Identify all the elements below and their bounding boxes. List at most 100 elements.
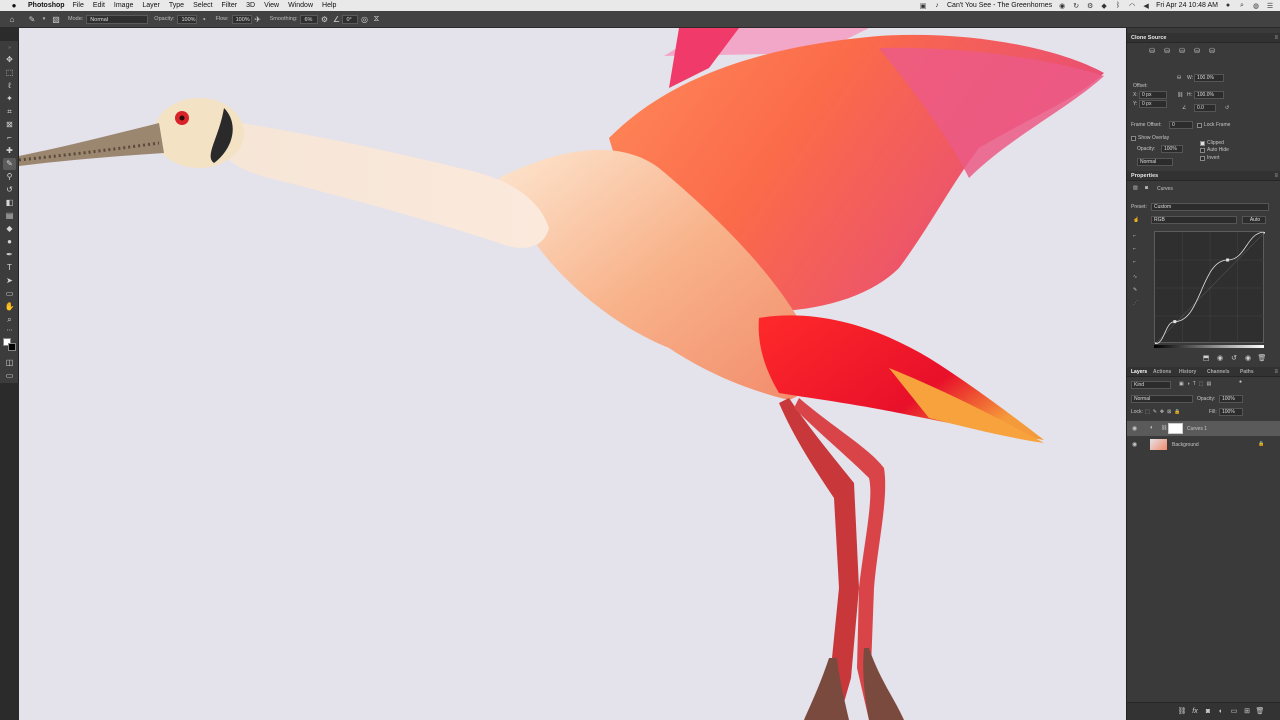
tools-collapse-icon[interactable]: » <box>3 42 16 54</box>
lock-frame-checkbox[interactable] <box>1197 123 1202 128</box>
smooth-curve-icon[interactable]: ⋰ <box>1133 300 1138 306</box>
marquee-tool-icon[interactable]: ⬚ <box>3 67 16 79</box>
screen-record-icon[interactable]: ▣ <box>919 2 927 10</box>
layer-name[interactable]: Curves 1 <box>1187 426 1207 432</box>
menu-image[interactable]: Image <box>114 2 133 9</box>
eraser-tool-icon[interactable]: ◧ <box>3 197 16 209</box>
link-layers-icon[interactable]: ⛓ <box>1177 708 1187 716</box>
move-tool-icon[interactable]: ✥ <box>3 54 16 66</box>
auto-button[interactable]: Auto <box>1242 216 1266 224</box>
quick-mask-icon[interactable]: ◫ <box>3 357 16 369</box>
brush-tool-icon[interactable]: ✎ <box>3 158 16 170</box>
home-icon[interactable]: ⌂ <box>6 15 18 24</box>
view-previous-icon[interactable]: ◉ <box>1215 355 1225 363</box>
volume-icon[interactable]: ◀ <box>1142 2 1150 10</box>
tab-actions[interactable]: Actions <box>1153 367 1171 377</box>
bluetooth-icon[interactable]: ᛒ <box>1114 2 1122 9</box>
tab-history[interactable]: History <box>1179 367 1196 377</box>
gray-point-eyedropper-icon[interactable]: ⌐ <box>1133 246 1136 252</box>
user-icon[interactable]: ● <box>1224 2 1232 9</box>
w-scale-field[interactable]: 100.0% <box>1194 74 1224 82</box>
curve-control-point[interactable] <box>1173 320 1177 324</box>
wifi-icon[interactable]: ◠ <box>1128 2 1136 10</box>
gear-icon[interactable]: ⚙ <box>1086 2 1094 10</box>
menu-view[interactable]: View <box>264 2 279 9</box>
creative-cloud-icon[interactable]: ◉ <box>1058 2 1066 10</box>
eyedropper-tool-icon[interactable]: ⌐ <box>3 132 16 144</box>
layer-name[interactable]: Background <box>1172 442 1199 448</box>
h-scale-field[interactable]: 100.0% <box>1194 91 1224 99</box>
layer-thumbnail[interactable] <box>1150 439 1167 450</box>
delete-layer-icon[interactable]: 🗑 <box>1255 708 1265 716</box>
add-mask-icon[interactable]: ◙ <box>1203 708 1213 716</box>
delete-adjustment-icon[interactable]: 🗑 <box>1257 355 1267 363</box>
angle-field[interactable]: 0° <box>342 14 359 24</box>
on-image-adjust-icon[interactable]: ☝ <box>1133 217 1139 223</box>
document-canvas[interactable] <box>19 28 1126 720</box>
type-tool-icon[interactable]: T <box>3 262 16 274</box>
eye-visibility-icon[interactable]: ◉ <box>1132 425 1137 432</box>
curve-control-point[interactable] <box>1263 230 1267 234</box>
history-brush-tool-icon[interactable]: ↺ <box>3 184 16 196</box>
sync-icon[interactable]: ↻ <box>1072 2 1080 10</box>
panel-menu-icon[interactable]: ≡ <box>1274 367 1278 377</box>
y-offset-field[interactable]: 0 px <box>1139 100 1167 108</box>
curves-graph[interactable] <box>1153 230 1267 346</box>
x-offset-field[interactable]: 0 px <box>1139 91 1167 99</box>
now-playing-text[interactable]: Can't You See - The Greenhornes <box>947 2 1052 9</box>
blur-tool-icon[interactable]: ◆ <box>3 223 16 235</box>
pressure-size-icon[interactable]: ◎ <box>358 15 370 24</box>
clone-stamp-tool-icon[interactable]: ⚲ <box>3 171 16 183</box>
more-tools-icon[interactable]: ⋯ <box>3 325 16 337</box>
eye-visibility-icon[interactable]: ◉ <box>1132 441 1137 448</box>
clone-source-3-icon[interactable]: ⛁ <box>1177 48 1187 56</box>
music-icon[interactable]: ♪ <box>933 2 941 9</box>
properties-panel-title[interactable]: Properties ≡ <box>1127 171 1280 181</box>
flow-field[interactable]: 100% <box>231 14 252 24</box>
menu-type[interactable]: Type <box>169 2 184 9</box>
dodge-tool-icon[interactable]: ● <box>3 236 16 248</box>
tab-paths[interactable]: Paths <box>1240 367 1254 377</box>
apple-menu-icon[interactable]: ● <box>9 1 19 10</box>
overlay-opacity-field[interactable]: 100% <box>1161 145 1183 153</box>
layer-row-background[interactable]: ◉ Background 🔒 <box>1127 437 1280 452</box>
symmetry-icon[interactable]: ⧖ <box>370 14 382 24</box>
menu-edit[interactable]: Edit <box>93 2 105 9</box>
smoothing-field[interactable]: 6% <box>300 14 319 24</box>
overlay-blend-select[interactable]: Normal <box>1137 158 1173 166</box>
chevron-down-icon[interactable]: ▾ <box>38 16 50 22</box>
blend-mode-select[interactable]: Normal <box>1131 395 1193 403</box>
menu-help[interactable]: Help <box>322 2 336 9</box>
menu-file[interactable]: File <box>73 2 84 9</box>
menu-clock[interactable]: Fri Apr 24 10:48 AM <box>1156 2 1218 9</box>
fill-field[interactable]: 100% <box>1219 408 1243 416</box>
pencil-draw-icon[interactable]: ✎ <box>1133 287 1137 293</box>
menu-select[interactable]: Select <box>193 2 212 9</box>
tab-channels[interactable]: Channels <box>1207 367 1230 377</box>
auto-hide-checkbox[interactable] <box>1200 148 1205 153</box>
toggle-visibility-icon[interactable]: ◉ <box>1243 355 1253 363</box>
invert-checkbox[interactable] <box>1200 156 1205 161</box>
dropbox-icon[interactable]: ◆ <box>1100 2 1108 10</box>
airbrush-icon[interactable]: ✈ <box>252 15 264 24</box>
shape-tool-icon[interactable]: ▭ <box>3 288 16 300</box>
path-select-tool-icon[interactable]: ➤ <box>3 275 16 287</box>
gradient-tool-icon[interactable]: ▤ <box>3 210 16 222</box>
menu-window[interactable]: Window <box>288 2 313 9</box>
link-scale-icon[interactable]: ⛓ <box>1177 92 1183 98</box>
menu-layer[interactable]: Layer <box>142 2 160 9</box>
siri-icon[interactable]: ◍ <box>1252 2 1260 10</box>
frame-offset-field[interactable]: 0 <box>1169 121 1193 129</box>
pen-tool-icon[interactable]: ✒ <box>3 249 16 261</box>
curve-control-point[interactable] <box>1226 258 1230 262</box>
filter-toggle-icon[interactable]: ● <box>1239 379 1242 385</box>
frame-tool-icon[interactable]: ⊠ <box>3 119 16 131</box>
lock-options-icons[interactable]: ⬚✎✥⊠🔒 <box>1145 409 1184 415</box>
pressure-opacity-icon[interactable]: ◔ <box>197 15 209 24</box>
layer-mask-thumbnail[interactable] <box>1168 423 1183 434</box>
clone-source-4-icon[interactable]: ⛁ <box>1192 48 1202 56</box>
brush-settings-icon[interactable]: ▧ <box>50 15 62 24</box>
clone-source-panel-title[interactable]: Clone Source ≡ <box>1127 33 1280 43</box>
layer-filter-icons[interactable]: ▣◑T⬚▤ <box>1179 381 1214 387</box>
quick-select-tool-icon[interactable]: ✦ <box>3 93 16 105</box>
